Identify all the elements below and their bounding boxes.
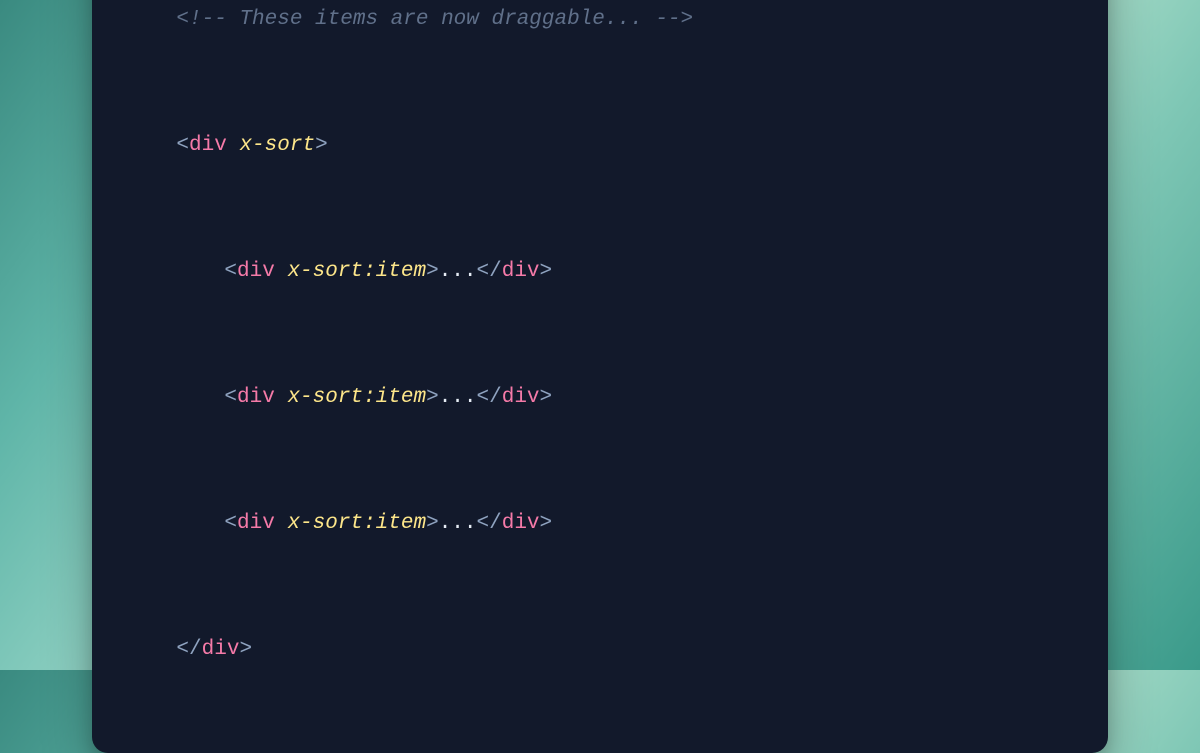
attribute: x-sort:item xyxy=(287,512,426,535)
code-line-item: <div x-sort:item>...</div> xyxy=(126,225,1048,320)
content-dots: ... xyxy=(439,386,477,409)
code-snippet-panel: <!-- These items are now draggable... --… xyxy=(92,0,1108,753)
angle-bracket: > xyxy=(426,386,439,409)
angle-bracket: < xyxy=(176,134,189,157)
code-line-open-outer: <div x-sort> xyxy=(126,99,1048,194)
angle-bracket: > xyxy=(540,386,553,409)
tag-name: div xyxy=(502,386,540,409)
angle-bracket: > xyxy=(426,260,439,283)
angle-bracket: > xyxy=(426,512,439,535)
blank-line xyxy=(126,319,1048,351)
space xyxy=(275,260,288,283)
angle-bracket: > xyxy=(315,134,328,157)
space xyxy=(275,386,288,409)
tag-name: div xyxy=(237,386,275,409)
angle-bracket: > xyxy=(239,638,252,661)
code-line-comment: <!-- These items are now draggable... --… xyxy=(126,0,1048,67)
comment-text: These items are now draggable... xyxy=(227,8,655,31)
code-line-close-outer: </div> xyxy=(126,603,1048,698)
tag-name: div xyxy=(237,512,275,535)
attribute: x-sort:item xyxy=(287,386,426,409)
blank-line xyxy=(126,193,1048,225)
angle-bracket: </ xyxy=(477,260,502,283)
code-line-item: <div x-sort:item>...</div> xyxy=(126,477,1048,572)
attribute: x-sort xyxy=(239,134,315,157)
content-dots: ... xyxy=(439,260,477,283)
angle-bracket: < xyxy=(224,512,237,535)
angle-bracket: < xyxy=(224,386,237,409)
content-dots: ... xyxy=(439,512,477,535)
angle-bracket: > xyxy=(540,512,553,535)
blank-line xyxy=(126,571,1048,603)
code-line-item: <div x-sort:item>...</div> xyxy=(126,351,1048,446)
comment-close: --> xyxy=(655,8,693,31)
angle-bracket: < xyxy=(224,260,237,283)
comment-open: <!-- xyxy=(176,8,226,31)
tag-name: div xyxy=(237,260,275,283)
blank-line xyxy=(126,445,1048,477)
space xyxy=(275,512,288,535)
space xyxy=(227,134,240,157)
tag-name: div xyxy=(189,134,227,157)
tag-name: div xyxy=(202,638,240,661)
tag-name: div xyxy=(502,260,540,283)
angle-bracket: </ xyxy=(477,512,502,535)
angle-bracket: > xyxy=(540,260,553,283)
angle-bracket: </ xyxy=(176,638,201,661)
attribute: x-sort:item xyxy=(287,260,426,283)
angle-bracket: </ xyxy=(477,386,502,409)
tag-name: div xyxy=(502,512,540,535)
blank-line xyxy=(126,67,1048,99)
